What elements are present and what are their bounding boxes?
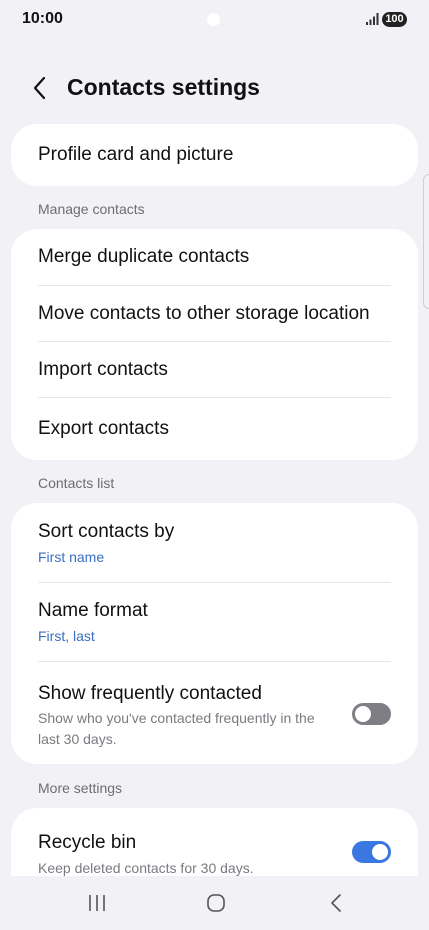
name-format-item[interactable]: Name format First, last (11, 583, 418, 661)
profile-card-label: Profile card and picture (38, 144, 234, 165)
merge-duplicates-label: Merge duplicate contacts (38, 246, 250, 267)
status-time: 10:00 (22, 10, 63, 27)
signal-icon (366, 13, 379, 25)
profile-card-section: Profile card and picture (11, 124, 418, 186)
battery-icon: 100 (382, 12, 407, 27)
show-frequent-label: Show frequently contacted (38, 683, 262, 704)
more-settings-header: More settings (38, 780, 123, 796)
home-icon[interactable] (206, 893, 226, 913)
recents-icon[interactable] (87, 893, 107, 913)
contacts-list-header: Contacts list (38, 475, 115, 491)
manage-contacts-card: Merge duplicate contacts Move contacts t… (11, 229, 418, 460)
recycle-bin-toggle[interactable] (352, 841, 391, 863)
recycle-bin-label: Recycle bin (38, 832, 137, 853)
camera-cutout (207, 13, 220, 26)
recycle-bin-item[interactable]: Recycle bin Keep deleted contacts for 30… (11, 808, 418, 876)
status-bar: 10:00 100 (0, 0, 429, 40)
toggle-knob (355, 706, 371, 722)
show-frequent-item[interactable]: Show frequently contacted Show who you'v… (11, 662, 418, 764)
navigation-bar (0, 876, 429, 930)
more-settings-card: Recycle bin Keep deleted contacts for 30… (11, 808, 418, 876)
export-contacts-label: Export contacts (38, 418, 169, 439)
sort-contacts-label: Sort contacts by (38, 521, 175, 542)
move-contacts-label: Move contacts to other storage location (38, 303, 370, 324)
import-contacts-label: Import contacts (38, 359, 168, 380)
back-icon[interactable] (28, 74, 52, 102)
page-title: Contacts settings (67, 74, 260, 100)
toggle-knob (372, 844, 388, 860)
show-frequent-toggle[interactable] (352, 703, 391, 725)
contacts-list-card: Sort contacts by First name Name format … (11, 503, 418, 764)
import-contacts-item[interactable]: Import contacts (11, 342, 418, 397)
nav-back-icon[interactable] (327, 893, 347, 913)
sort-contacts-value: First name (38, 549, 105, 565)
name-format-value: First, last (38, 628, 95, 644)
app-header: Contacts settings (0, 60, 429, 116)
manage-contacts-header: Manage contacts (38, 201, 145, 217)
sort-contacts-item[interactable]: Sort contacts by First name (11, 503, 418, 582)
name-format-label: Name format (38, 600, 148, 621)
show-frequent-description: Show who you've contacted frequently in … (38, 710, 315, 747)
merge-duplicates-item[interactable]: Merge duplicate contacts (11, 229, 418, 285)
recycle-bin-description: Keep deleted contacts for 30 days. (38, 860, 254, 876)
export-contacts-item[interactable]: Export contacts (11, 398, 418, 460)
move-contacts-item[interactable]: Move contacts to other storage location (11, 286, 418, 341)
profile-card-item[interactable]: Profile card and picture (11, 124, 418, 186)
scrollbar[interactable] (423, 174, 429, 309)
